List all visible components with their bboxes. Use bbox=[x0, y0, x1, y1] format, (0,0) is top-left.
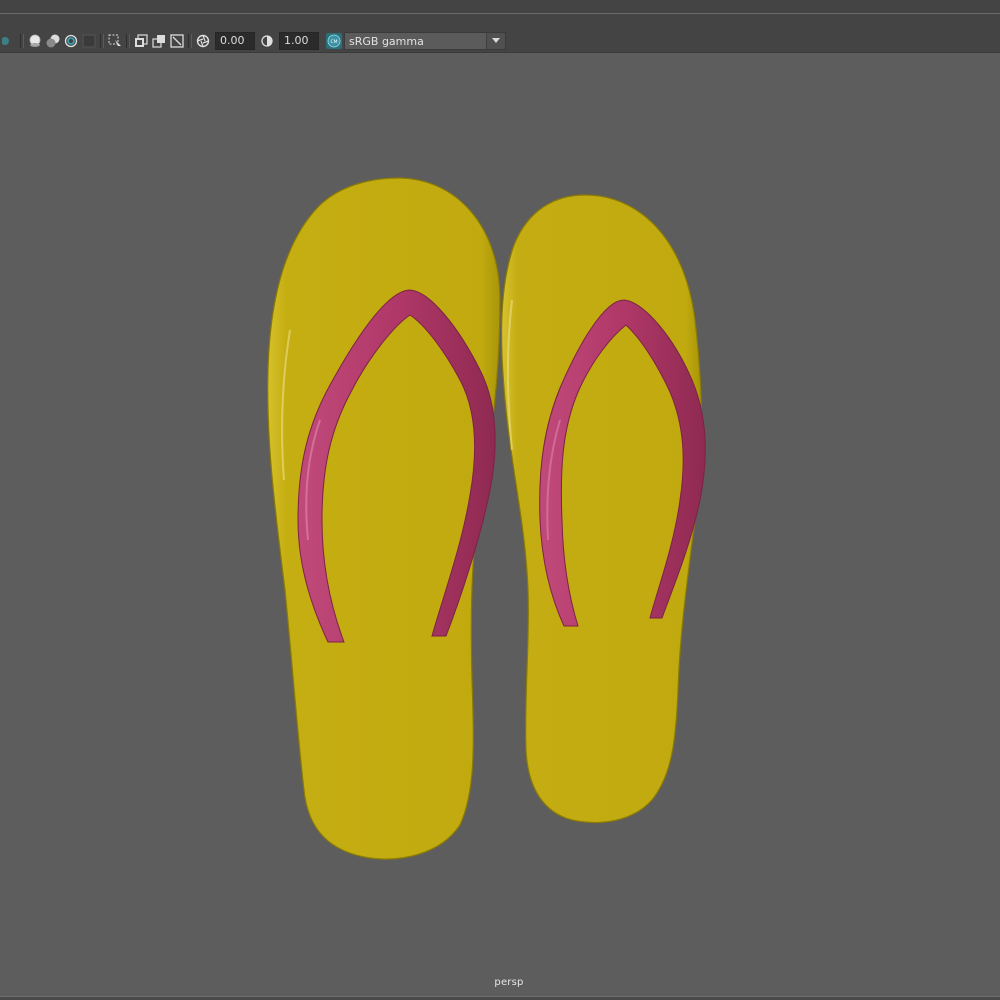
gamma-field[interactable]: 1.00 bbox=[279, 32, 319, 50]
maya-viewport-panel: 0.00 1.00 CM sRGB gamma persp bbox=[0, 0, 1000, 1000]
3d-viewport[interactable] bbox=[0, 53, 1000, 996]
view-transform-select[interactable]: sRGB gamma bbox=[344, 32, 506, 50]
select-camera-icon[interactable] bbox=[107, 33, 123, 49]
viewport-toolbar: 0.00 1.00 CM sRGB gamma bbox=[0, 14, 1000, 53]
color-management-badge-text: CM bbox=[330, 39, 337, 45]
color-management-icon[interactable]: CM bbox=[326, 33, 342, 49]
grid-toggle-icon[interactable] bbox=[133, 33, 149, 49]
texture-icon[interactable] bbox=[81, 33, 97, 49]
wireframe-icon[interactable] bbox=[63, 33, 79, 49]
view-transform-value: sRGB gamma bbox=[349, 34, 424, 48]
right-sole[interactable] bbox=[501, 194, 703, 824]
xray-icon[interactable] bbox=[27, 33, 43, 49]
right-flipflop[interactable] bbox=[501, 194, 706, 824]
left-flipflop[interactable] bbox=[267, 177, 501, 860]
toolbar-divider bbox=[188, 34, 192, 48]
toolbar-divider bbox=[126, 34, 130, 48]
panel-menu-strip bbox=[0, 0, 1000, 14]
shading-icon[interactable] bbox=[1, 33, 17, 49]
chevron-down-icon[interactable] bbox=[486, 33, 505, 49]
viewport-scene bbox=[267, 177, 706, 860]
exposure-icon[interactable] bbox=[195, 33, 211, 49]
exposure-field[interactable]: 0.00 bbox=[215, 32, 255, 50]
panel-bottom-border bbox=[0, 996, 1000, 1000]
camera-name-label: persp bbox=[494, 977, 524, 988]
isolate-icon[interactable] bbox=[45, 33, 61, 49]
gamma-icon[interactable] bbox=[259, 33, 275, 49]
toolbar-divider bbox=[20, 34, 24, 48]
toolbar-divider bbox=[100, 34, 104, 48]
film-gate-icon[interactable] bbox=[169, 33, 185, 49]
resolution-gate-icon[interactable] bbox=[151, 33, 167, 49]
toolbar-row: 0.00 1.00 CM sRGB gamma bbox=[0, 31, 506, 51]
